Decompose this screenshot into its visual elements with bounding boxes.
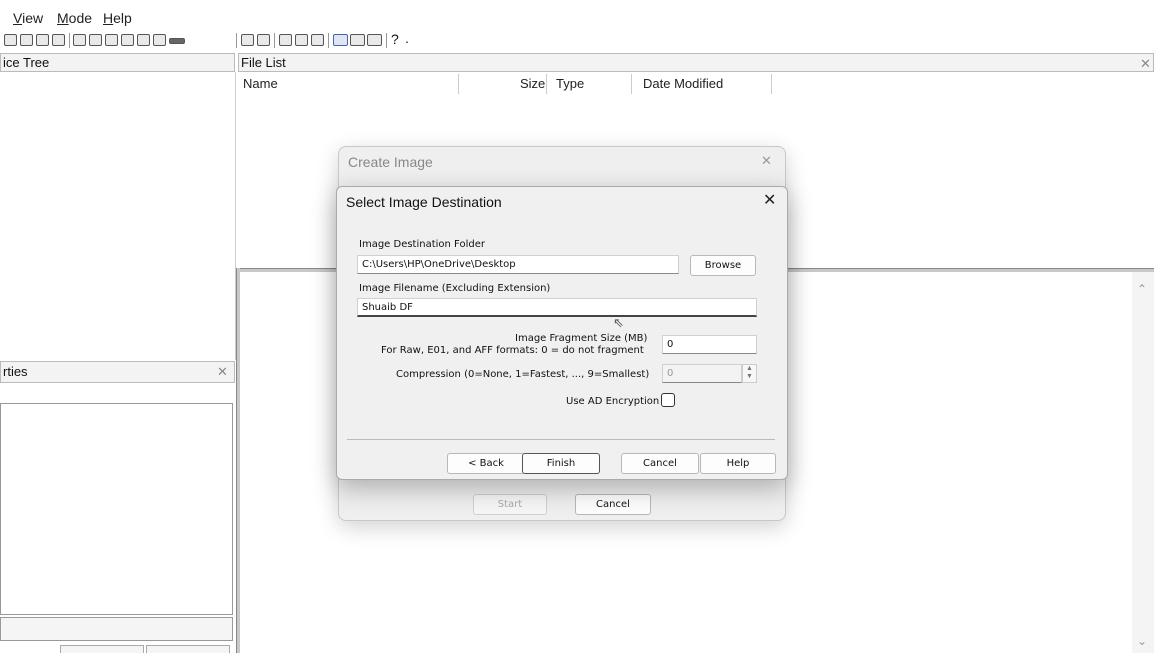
toolbar-separator <box>386 33 387 48</box>
evidence-tree-title: ice Tree <box>3 55 50 70</box>
create-image-title: Create Image <box>348 154 433 170</box>
bottom-tab[interactable] <box>146 645 230 653</box>
column-separator <box>771 74 772 94</box>
compression-spinner[interactable]: ▲ ▼ <box>742 364 757 383</box>
help-icon[interactable]: ? <box>391 31 399 47</box>
image-mounting-icon[interactable] <box>36 34 49 46</box>
menu-bar: View Mode Help <box>0 0 1154 30</box>
ad-encryption-label: Use AD Encryption <box>566 396 660 407</box>
export-hash-list-icon[interactable] <box>257 34 270 46</box>
export-files-icon[interactable] <box>241 34 254 46</box>
toolbar: ? ․ <box>0 30 1154 52</box>
scroll-up-icon[interactable]: ⌃ <box>1137 282 1147 296</box>
select-image-destination-dialog: Select Image Destination ✕ Image Destina… <box>336 186 788 480</box>
fragment-size-hint: For Raw, E01, and AFF formats: 0 = do no… <box>381 345 644 356</box>
menu-mode[interactable]: Mode <box>57 10 92 26</box>
toolbar-separator <box>274 33 275 48</box>
file-list-header: File List ✕ <box>238 53 1154 72</box>
properties-close-icon[interactable]: ✕ <box>217 363 228 380</box>
create-custom-image-icon[interactable] <box>137 34 150 46</box>
help-button[interactable]: Help <box>700 453 776 474</box>
divider <box>347 439 775 440</box>
properties-toolbar <box>0 383 235 403</box>
evidence-tree-pane[interactable] <box>0 72 236 360</box>
mouse-cursor-icon: ⇖ <box>613 315 624 330</box>
dialog-close-icon[interactable]: ✕ <box>763 190 776 210</box>
column-separator <box>631 74 632 94</box>
start-button[interactable]: Start <box>473 494 547 515</box>
manual-icon[interactable] <box>295 34 308 46</box>
browse-button[interactable]: Browse <box>690 255 756 276</box>
viewer-scrollbar[interactable]: ⌃ ⌄ <box>1132 272 1154 653</box>
dest-folder-input[interactable]: C:\Users\HP\OneDrive\Desktop <box>357 255 679 274</box>
file-list-title: File List <box>241 55 286 70</box>
create-image-close-icon[interactable]: ✕ <box>761 153 772 169</box>
add-evidence-icon[interactable] <box>4 34 17 46</box>
create-image-cancel-button[interactable]: Cancel <box>575 494 651 515</box>
properties-title: rties <box>3 364 28 379</box>
properties-header: rties ✕ <box>0 361 235 383</box>
dest-folder-label: Image Destination Folder <box>359 239 485 250</box>
toolbar-separator <box>236 33 237 48</box>
cancel-button[interactable]: Cancel <box>621 453 699 474</box>
file-list-close-icon[interactable]: ✕ <box>1140 55 1151 72</box>
vertical-splitter[interactable] <box>236 268 240 653</box>
column-size[interactable]: Size <box>520 76 545 91</box>
column-date-modified[interactable]: Date Modified <box>643 76 723 91</box>
remove-evidence-icon[interactable] <box>52 34 65 46</box>
decrypt-icon[interactable] <box>153 34 166 46</box>
dialog-title: Select Image Destination <box>346 194 502 210</box>
add-to-custom-image-icon[interactable] <box>121 34 134 46</box>
menu-help[interactable]: Help <box>103 10 132 26</box>
toolbar-separator <box>69 33 70 48</box>
filename-input[interactable]: Shuaib DF <box>357 298 757 317</box>
properties-pane[interactable] <box>0 403 233 615</box>
export-logical-image-icon[interactable] <box>105 34 118 46</box>
export-disk-image-icon[interactable] <box>89 34 102 46</box>
finish-button[interactable]: Finish <box>522 453 600 474</box>
compression-input[interactable]: 0 <box>662 364 742 383</box>
add-all-evidence-icon[interactable] <box>20 34 33 46</box>
bottom-tab[interactable] <box>60 645 144 653</box>
auto-view-icon[interactable] <box>333 34 348 46</box>
dropdown-arrow-icon[interactable]: ․ <box>405 32 409 46</box>
menu-view[interactable]: View <box>13 10 43 26</box>
compression-label: Compression (0=None, 1=Fastest, ..., 9=S… <box>396 369 650 380</box>
fragment-size-label: Image Fragment Size (MB) <box>515 333 648 344</box>
verify-drive-icon[interactable] <box>169 38 185 44</box>
column-type[interactable]: Type <box>556 76 584 91</box>
column-name[interactable]: Name <box>243 76 278 91</box>
create-disk-image-icon[interactable] <box>73 34 86 46</box>
filename-label: Image Filename (Excluding Extension) <box>359 283 551 294</box>
back-button[interactable]: < Back <box>447 453 525 474</box>
ad-encryption-checkbox[interactable] <box>661 393 675 407</box>
scroll-down-icon[interactable]: ⌄ <box>1137 634 1147 648</box>
evidence-tree-header: ice Tree <box>0 53 235 72</box>
fragment-size-input[interactable]: 0 <box>662 335 757 354</box>
toolbar-separator <box>328 33 329 48</box>
column-separator <box>458 74 459 94</box>
text-view-icon[interactable] <box>350 34 365 46</box>
column-separator <box>546 74 547 94</box>
export-directory-listing-icon[interactable] <box>279 34 292 46</box>
properties-icon[interactable] <box>311 34 324 46</box>
hex-view-icon[interactable] <box>367 34 382 46</box>
properties-footer <box>0 617 233 641</box>
